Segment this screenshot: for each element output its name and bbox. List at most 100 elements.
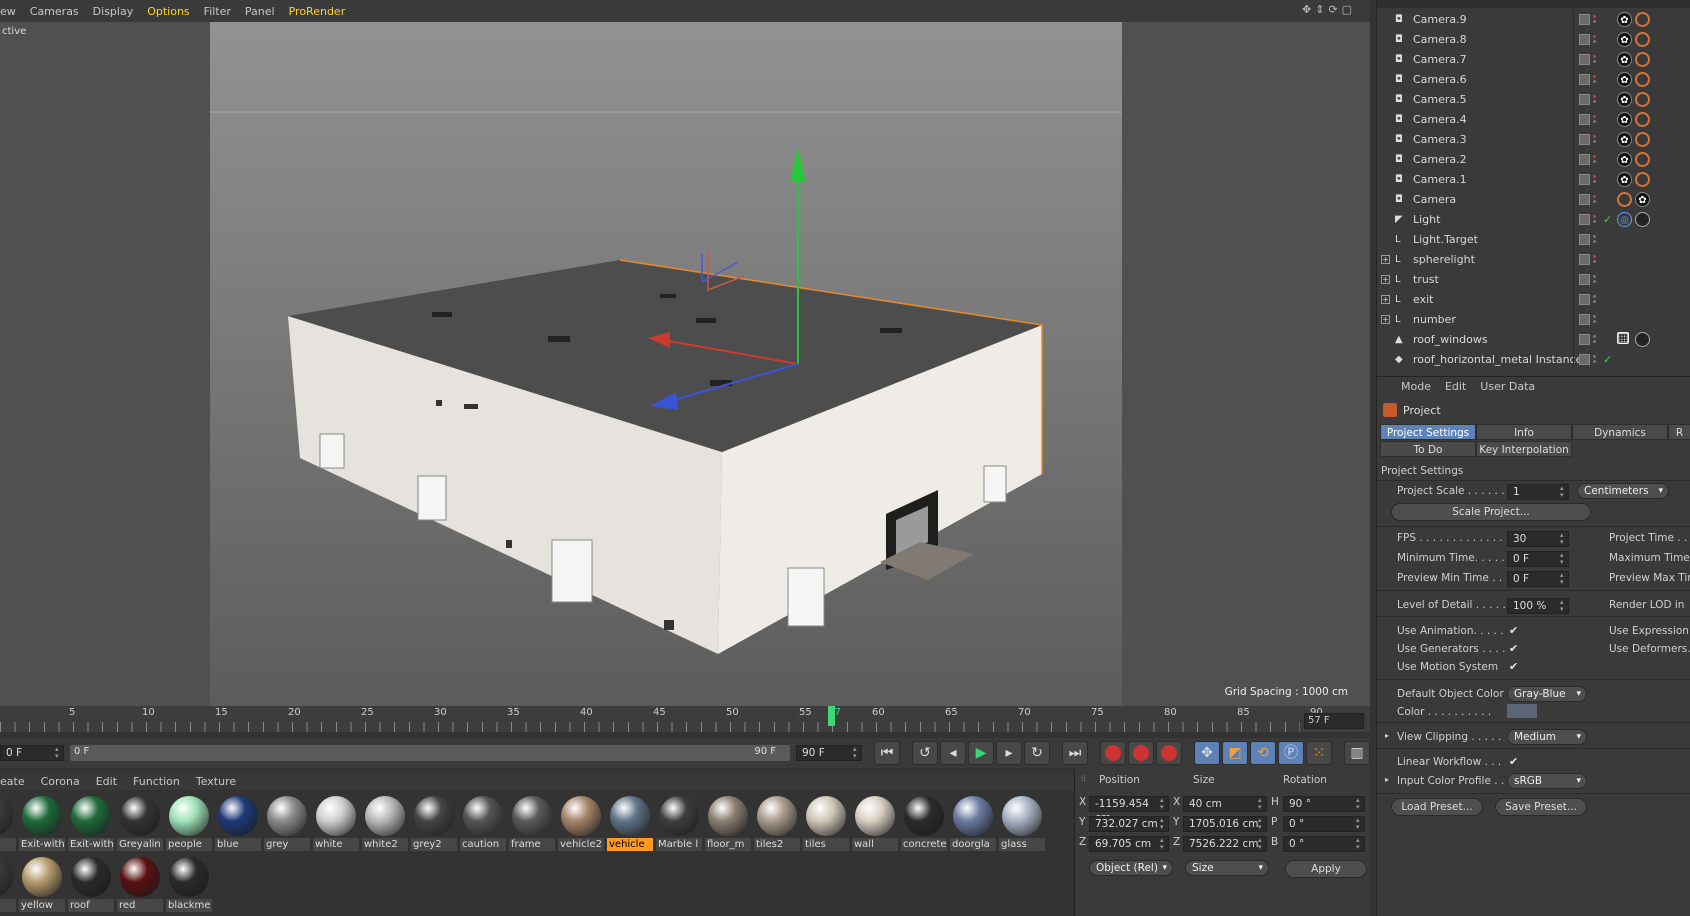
material-swatch[interactable]: white xyxy=(313,794,359,852)
coord-mode-dropdown[interactable]: Object (Rel) xyxy=(1089,860,1173,876)
zoom-view-icon[interactable]: ⇕ xyxy=(1315,3,1324,16)
visibility-dots-icon[interactable] xyxy=(1593,73,1597,87)
size-field[interactable]: 7526.222 cm xyxy=(1183,836,1267,852)
layer-icon[interactable] xyxy=(1579,334,1590,345)
visibility-dots-icon[interactable] xyxy=(1593,293,1597,307)
camera-tag-icon[interactable]: ✿ xyxy=(1617,172,1632,187)
visibility-dots-icon[interactable] xyxy=(1593,213,1597,227)
attr-menu-mode[interactable]: Mode xyxy=(1401,380,1431,393)
record-icon[interactable] xyxy=(1100,741,1126,765)
layer-icon[interactable] xyxy=(1579,134,1590,145)
input-profile-expand-icon[interactable]: ▸ xyxy=(1385,775,1389,784)
camera-tag-icon[interactable]: ✿ xyxy=(1617,92,1632,107)
timeline-ruler[interactable]: 5101520253035404550555760657075808590 57… xyxy=(0,706,1370,732)
light-tag-icon[interactable] xyxy=(1635,212,1650,227)
pla-key-icon[interactable]: ⁙ xyxy=(1306,741,1332,765)
object-row[interactable]: ◘ Camera.3 ✿ xyxy=(1377,130,1690,150)
camera-tag-icon[interactable]: ✿ xyxy=(1617,52,1632,67)
layer-icon[interactable] xyxy=(1579,174,1590,185)
autokey-icon[interactable] xyxy=(1128,741,1154,765)
object-name[interactable]: Camera.2 xyxy=(1413,153,1467,166)
size-field[interactable]: 40 cm xyxy=(1183,796,1267,812)
prev-frame-icon[interactable]: ◂ xyxy=(940,741,966,765)
protection-tag-icon[interactable] xyxy=(1635,32,1650,47)
position-field[interactable]: -1159.454 cm xyxy=(1089,796,1169,824)
position-field[interactable]: 69.705 cm xyxy=(1089,836,1169,852)
preview-min-field[interactable]: 0 F xyxy=(1507,571,1569,587)
camera-tag-icon[interactable]: ✿ xyxy=(1617,32,1632,47)
protection-tag-icon[interactable] xyxy=(1635,92,1650,107)
visibility-dots-icon[interactable] xyxy=(1593,13,1597,27)
3d-viewport[interactable]: ctive Grid Spacing : 1000 cm xyxy=(0,22,1370,706)
visibility-dots-icon[interactable] xyxy=(1593,233,1597,247)
protection-tag-icon[interactable] xyxy=(1635,172,1650,187)
layer-icon[interactable] xyxy=(1579,154,1590,165)
enabled-check-icon[interactable]: ✓ xyxy=(1603,213,1612,226)
object-row[interactable]: + Lnumber xyxy=(1377,310,1690,330)
material-swatch[interactable]: Marble l xyxy=(656,794,702,852)
protection-tag-icon[interactable] xyxy=(1635,132,1650,147)
material-swatch[interactable]: caution xyxy=(460,794,506,852)
mat-menu-corona[interactable]: Corona xyxy=(41,775,80,788)
default-color-dropdown[interactable]: Gray-Blue xyxy=(1507,686,1587,702)
keyframe-selection-icon[interactable] xyxy=(1156,741,1182,765)
move-view-icon[interactable]: ✥ xyxy=(1302,3,1311,16)
material-swatch[interactable]: glass xyxy=(999,794,1045,852)
material-swatch[interactable]: red xyxy=(117,855,163,913)
play-icon[interactable]: ▶ xyxy=(968,741,994,765)
material-swatch[interactable]: people xyxy=(166,794,212,852)
object-name[interactable]: Camera.1 xyxy=(1413,173,1467,186)
tab-info[interactable]: Info xyxy=(1476,424,1572,440)
material-swatch[interactable]: concrete xyxy=(901,794,947,852)
use-animation-checkbox[interactable]: ✔ xyxy=(1509,625,1521,637)
material-swatch[interactable] xyxy=(0,855,16,913)
object-row[interactable]: ◘ Camera ✿ xyxy=(1377,190,1690,210)
layer-icon[interactable] xyxy=(1579,314,1590,325)
object-name[interactable]: Camera.3 xyxy=(1413,133,1467,146)
camera-tag-icon[interactable]: ✿ xyxy=(1617,112,1632,127)
material-swatch[interactable]: frame xyxy=(509,794,555,852)
load-preset-button[interactable]: Load Preset... xyxy=(1391,798,1483,816)
layer-icon[interactable] xyxy=(1579,34,1590,45)
current-frame-field[interactable]: 57 F xyxy=(1304,713,1364,729)
tab-key-interpolation[interactable]: Key Interpolation xyxy=(1476,441,1572,457)
view-clipping-expand-icon[interactable]: ▸ xyxy=(1385,731,1389,740)
visibility-dots-icon[interactable] xyxy=(1593,193,1597,207)
end-frame-field[interactable]: 90 F xyxy=(796,745,862,761)
menu-prorender[interactable]: ProRender xyxy=(289,5,346,18)
protection-tag-icon[interactable] xyxy=(1635,112,1650,127)
material-swatch[interactable]: tiles2 xyxy=(754,794,800,852)
layer-icon[interactable] xyxy=(1579,74,1590,85)
material-swatch[interactable]: white2 xyxy=(362,794,408,852)
visibility-dots-icon[interactable] xyxy=(1593,333,1597,347)
attr-menu-edit[interactable]: Edit xyxy=(1445,380,1466,393)
material-swatch[interactable] xyxy=(0,794,16,852)
fps-field[interactable]: 30 xyxy=(1507,531,1569,547)
layer-icon[interactable] xyxy=(1579,54,1590,65)
material-swatch[interactable]: yellow xyxy=(19,855,65,913)
camera-tag-icon[interactable]: ✿ xyxy=(1617,152,1632,167)
go-to-end-icon[interactable]: ⏭ xyxy=(1062,741,1088,765)
menu-filter[interactable]: Filter xyxy=(204,5,231,18)
layer-icon[interactable] xyxy=(1579,234,1590,245)
object-name[interactable]: Camera.9 xyxy=(1413,13,1467,26)
object-name[interactable]: Camera.7 xyxy=(1413,53,1467,66)
use-generators-checkbox[interactable]: ✔ xyxy=(1509,643,1521,655)
object-name[interactable]: Camera.8 xyxy=(1413,33,1467,46)
object-name[interactable]: Camera.6 xyxy=(1413,73,1467,86)
maximize-view-icon[interactable]: ▢ xyxy=(1342,3,1352,16)
minimum-time-field[interactable]: 0 F xyxy=(1507,551,1569,567)
material-swatch[interactable]: vehicle2 xyxy=(558,794,604,852)
object-name[interactable]: Light.Target xyxy=(1413,233,1478,246)
layer-icon[interactable] xyxy=(1579,14,1590,25)
building-model[interactable] xyxy=(0,22,1370,706)
object-row[interactable]: ◘ Camera.9 ✿ xyxy=(1377,10,1690,30)
mat-menu-texture[interactable]: Texture xyxy=(196,775,236,788)
layer-icon[interactable] xyxy=(1579,254,1590,265)
menu-options[interactable]: Options xyxy=(147,5,189,18)
material-swatch[interactable]: grey2 xyxy=(411,794,457,852)
size-field[interactable]: 1705.016 cm xyxy=(1183,816,1267,832)
rotate-view-icon[interactable]: ⟳ xyxy=(1328,3,1337,16)
prev-key-icon[interactable]: ↺ xyxy=(912,741,938,765)
object-row[interactable]: ▲ roof_windows ⁘▦ xyxy=(1377,330,1690,350)
